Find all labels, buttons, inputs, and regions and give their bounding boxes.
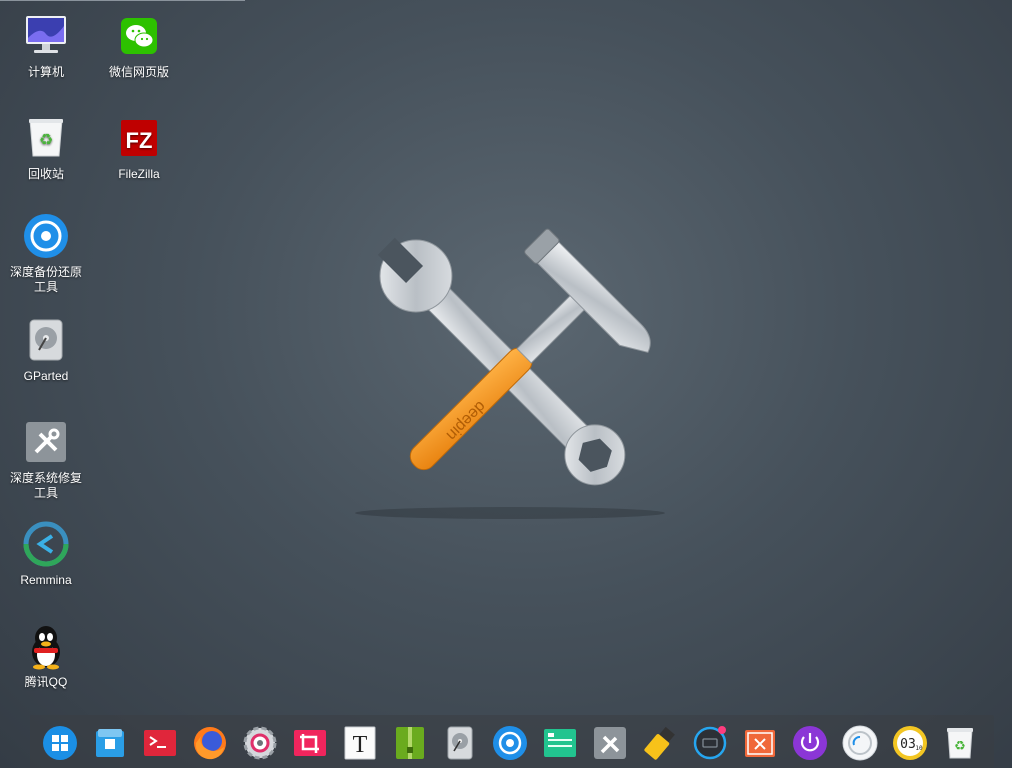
dock-trash[interactable]: ♻	[942, 725, 978, 761]
desktop-icon-label: 深度系统修复工具	[9, 471, 82, 500]
notification-icon	[842, 725, 878, 761]
screenshot-icon	[294, 730, 326, 756]
repair-tool-icon	[594, 727, 626, 759]
firefox-icon	[194, 727, 226, 760]
usb-icon	[644, 726, 675, 760]
desktop-icon-label: 计算机	[27, 65, 64, 79]
text-editor-icon: T	[344, 726, 376, 760]
dock-usb-writer[interactable]	[642, 725, 678, 761]
dock-firefox[interactable]	[192, 725, 228, 761]
disk-icon	[447, 726, 473, 760]
system-monitor-icon	[544, 729, 576, 757]
wallpaper-hammer-wrench-logo: deepin	[340, 205, 680, 530]
clock-minute: 10	[915, 745, 923, 752]
svg-text:T: T	[353, 732, 368, 758]
svg-text:♻: ♻	[39, 130, 53, 149]
desktop-icon-qq[interactable]: 腾讯QQ	[1, 622, 91, 690]
dock-disk-utility[interactable]	[442, 725, 478, 761]
svg-text:FZ: FZ	[126, 128, 153, 153]
dock-screenshot[interactable]	[292, 725, 328, 761]
desktop-icon-system-repair[interactable]: 深度系统修复工具	[1, 418, 91, 501]
desktop-icon-label: GParted	[23, 369, 69, 383]
archive-icon	[396, 727, 424, 759]
backup-restore-icon	[22, 212, 70, 260]
remmina-icon	[22, 520, 70, 568]
desktop-icon-label: Remmina	[20, 573, 72, 587]
file-manager-icon	[96, 729, 124, 757]
backup-restore-icon	[493, 726, 527, 760]
dock-file-manager[interactable]	[92, 725, 128, 761]
dock-clock[interactable]: 03 10	[892, 725, 928, 761]
dock-power[interactable]	[792, 725, 828, 761]
desktop-icon-label: 回收站	[27, 167, 64, 181]
desktop-icon-trash[interactable]: ♻ 回收站	[1, 114, 91, 182]
desktop-icon-remmina[interactable]: Remmina	[1, 520, 91, 588]
system-repair-icon	[22, 418, 70, 466]
dock-terminal[interactable]	[142, 725, 178, 761]
filezilla-icon: FZ	[115, 114, 163, 162]
dock-system-monitor[interactable]	[542, 725, 578, 761]
wechat-icon	[115, 12, 163, 60]
clock-icon: 03 10	[893, 726, 927, 760]
gparted-icon	[22, 316, 70, 364]
qq-icon	[22, 622, 70, 670]
desktop-icon-label: 微信网页版	[108, 65, 169, 79]
desktop-icon-backup-restore[interactable]: 深度备份还原工具	[1, 212, 91, 295]
desktop-icon-filezilla[interactable]: FZ FileZilla	[94, 114, 184, 182]
trash-icon: ♻	[947, 728, 973, 759]
launcher-icon	[43, 726, 77, 760]
dock-launcher[interactable]	[42, 725, 78, 761]
dock-archive-manager[interactable]	[392, 725, 428, 761]
desktop-icon-label: 腾讯QQ	[24, 675, 68, 689]
svg-text:♻: ♻	[954, 739, 966, 754]
dock: T 03 10 ♻	[30, 715, 994, 768]
dock-repair-tool[interactable]	[592, 725, 628, 761]
close-app-icon	[745, 730, 775, 757]
dock-close-app[interactable]	[742, 725, 778, 761]
power-icon	[793, 726, 827, 760]
dock-notifications[interactable]	[842, 725, 878, 761]
desktop-icon-gparted[interactable]: GParted	[1, 316, 91, 384]
desktop-icon-wechat[interactable]: 微信网页版	[94, 12, 184, 80]
computer-icon	[22, 12, 70, 60]
dock-settings[interactable]	[242, 725, 278, 761]
terminal-icon	[144, 730, 176, 756]
settings-icon	[243, 726, 277, 760]
dock-text-editor[interactable]: T	[342, 725, 378, 761]
dock-backup-restore[interactable]	[492, 725, 528, 761]
desktop-icon-label: 深度备份还原工具	[9, 265, 82, 294]
top-edge-line	[0, 0, 245, 1]
keyboard-icon	[693, 726, 727, 760]
desktop-icon-label: FileZilla	[118, 167, 160, 181]
trash-icon: ♻	[22, 114, 70, 162]
dock-onscreen-keyboard[interactable]	[692, 725, 728, 761]
desktop-icon-computer[interactable]: 计算机	[1, 12, 91, 80]
clock-hour: 03	[900, 737, 916, 752]
